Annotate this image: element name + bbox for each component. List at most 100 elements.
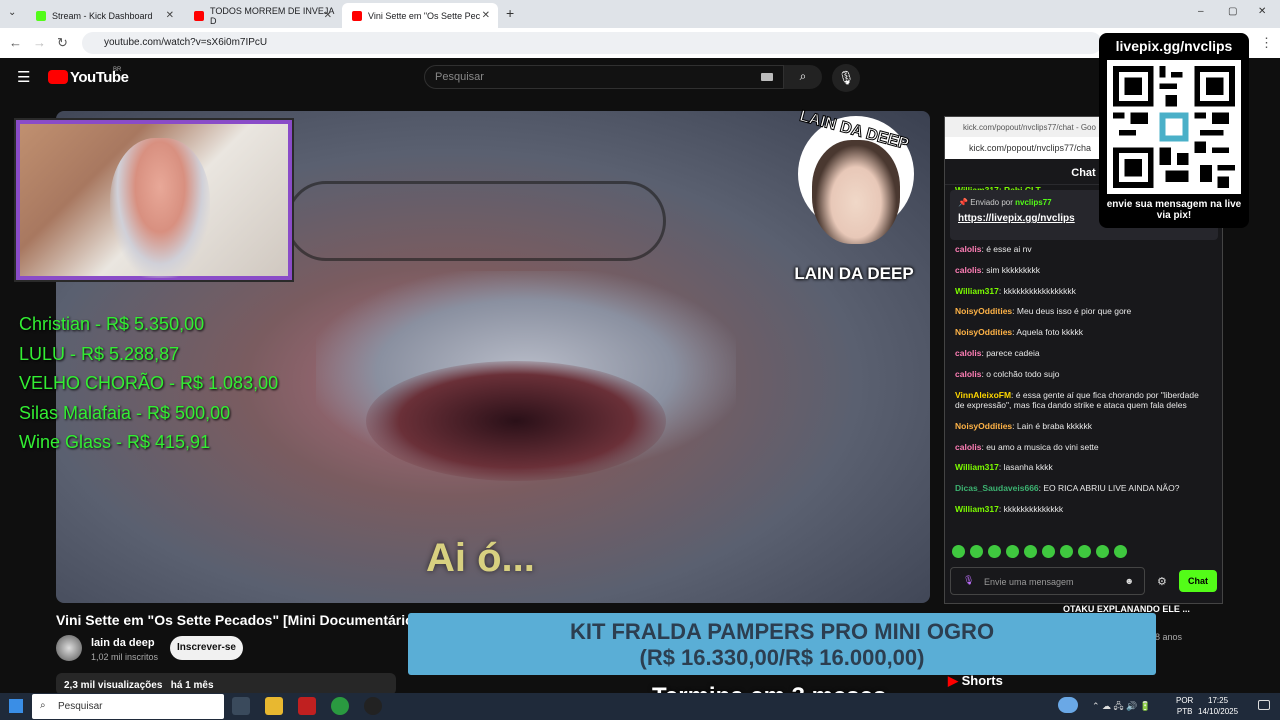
chat-username[interactable]: calolis — [955, 348, 981, 358]
side-video-age: 8 anos — [1155, 632, 1183, 642]
chat-send-button[interactable]: Chat — [1179, 570, 1217, 592]
chat-username[interactable]: Dicas_Saudaveis666 — [955, 483, 1039, 493]
upload-age: há 1 mês — [170, 680, 214, 691]
obs-icon[interactable] — [364, 697, 382, 715]
tab-label: Vini Sette em "Os Sette Pec — [368, 10, 481, 21]
chat-input-placeholder: Envie uma mensagem — [984, 577, 1074, 587]
chat-settings-gear-icon[interactable]: ⚙ — [1157, 575, 1167, 588]
emote-icon[interactable] — [1024, 545, 1037, 558]
shorts-label: Shorts — [961, 673, 1003, 688]
pinned-by-user: nvclips77 — [1015, 198, 1052, 207]
streamer-webcam-person — [110, 138, 210, 278]
goal-progress: (R$ 16.330,00/R$ 16.000,00) — [639, 645, 925, 670]
tab-vini-sette[interactable]: Vini Sette em "Os Sette Pec ✕ — [342, 3, 498, 28]
taskbar-clock[interactable]: 17:25 14/10/2025 — [1198, 695, 1238, 717]
search-input[interactable]: Pesquisar — [424, 65, 784, 89]
browser-tab-bar: ⌄ Stream - Kick Dashboard ✕ TODOS MORREM… — [0, 0, 1280, 28]
tab-todos-morrem[interactable]: TODOS MORREM DE INVEJA D ✕ — [184, 3, 340, 28]
new-tab-button[interactable]: + — [506, 5, 514, 21]
donation-entry: Silas Malafaia - R$ 500,00 — [19, 402, 231, 423]
search-placeholder: Pesquisar — [435, 71, 484, 83]
chat-text: parece cadeia — [986, 347, 1040, 358]
input-language[interactable]: POR PTB — [1176, 695, 1193, 717]
browser-menu-icon[interactable]: ⋮ — [1260, 35, 1273, 51]
chat-username[interactable]: William317 — [955, 286, 999, 296]
chat-text: Lain é braba kkkkkk — [1016, 420, 1093, 431]
close-tab-icon[interactable]: ✕ — [324, 10, 332, 21]
chat-username[interactable]: NoisyOddities — [955, 327, 1012, 337]
close-tab-icon[interactable]: ✕ — [482, 10, 490, 21]
lang-line-1: POR — [1176, 696, 1194, 705]
chat-message-list: calolis: é esse ai nv calolis: sim kkkkkk… — [955, 244, 1205, 525]
task-view-icon[interactable] — [232, 697, 250, 715]
keyboard-icon[interactable] — [761, 73, 773, 81]
donation-goal-banner: KIT FRALDA PAMPERS PRO MINI OGRO (R$ 16.… — [408, 613, 1156, 675]
qr-code-icon — [1107, 60, 1241, 194]
reload-icon[interactable]: ↻ — [57, 35, 68, 51]
channel-avatar[interactable] — [56, 635, 82, 661]
search-icon: ⌕ — [799, 69, 807, 83]
voice-search-button[interactable]: 🎙 — [832, 64, 860, 92]
view-count: 2,3 mil visualizações — [64, 680, 163, 691]
back-arrow-icon[interactable]: ← — [9, 35, 22, 50]
chat-message-input[interactable]: 🎙 Envie uma mensagem ☻ — [950, 567, 1145, 595]
notifications-icon[interactable] — [1258, 700, 1270, 710]
qr-title: livepix.gg/nvclips — [1115, 38, 1233, 54]
emote-icon[interactable] — [1114, 545, 1127, 558]
tab-kick-dashboard[interactable]: Stream - Kick Dashboard ✕ — [26, 3, 182, 28]
chat-message: NoisyOddities: Lain é braba kkkkkk — [955, 420, 1093, 431]
chat-username[interactable]: VinnAleixoFM — [955, 390, 1011, 400]
forward-arrow-icon[interactable]: → — [33, 35, 46, 50]
file-explorer-icon[interactable] — [265, 697, 283, 715]
video-subtitle: Ai ó... — [426, 536, 535, 580]
lain-channel-logo: LAIN DA DEEP LAIN DA DEEP — [780, 107, 928, 288]
taskbar-search[interactable]: ⌕ Pesquisar — [32, 694, 224, 719]
channel-name[interactable]: lain da deep — [91, 637, 155, 649]
chat-username[interactable]: William317 — [955, 504, 999, 514]
webcam-overlay — [16, 120, 292, 280]
tab-list-chevron-icon[interactable]: ⌄ — [8, 7, 16, 18]
youtube-logo-icon[interactable] — [48, 70, 68, 84]
emote-icon[interactable] — [1006, 545, 1019, 558]
chat-text: sim kkkkkkkkk — [986, 264, 1041, 275]
video-description-box[interactable]: 2,3 mil visualizações há 1 mês — [56, 673, 396, 695]
chat-username[interactable]: calolis — [955, 265, 981, 275]
chat-text: o colchão todo sujo — [986, 368, 1060, 379]
close-window-button[interactable]: ✕ — [1258, 6, 1266, 17]
maximize-button[interactable]: ▢ — [1228, 6, 1237, 17]
system-tray-icons[interactable]: ⌃ ☁ 🖧 🔊 🔋 — [1092, 699, 1151, 715]
chrome-icon[interactable] — [331, 697, 349, 715]
emote-icon[interactable] — [952, 545, 965, 558]
search-button[interactable]: ⌕ — [784, 65, 822, 89]
emoji-picker-icon[interactable]: ☻ — [1125, 576, 1134, 586]
chat-username[interactable]: calolis — [955, 442, 981, 452]
microphone-icon: 🎙 — [837, 70, 855, 85]
donation-leaderboard: Christian - R$ 5.350,00 LULU - R$ 5.288,… — [19, 310, 278, 458]
livepix-qr-overlay: livepix.gg/nvclips envie sua mensagem na… — [1099, 33, 1249, 228]
hamburger-menu-icon[interactable]: ☰ — [17, 68, 30, 86]
minimize-button[interactable]: – — [1198, 6, 1204, 17]
chat-text: eu amo a musica do vini sette — [986, 441, 1099, 452]
emote-icon[interactable] — [970, 545, 983, 558]
chat-username[interactable]: NoisyOddities — [955, 306, 1012, 316]
chat-username[interactable]: calolis — [955, 244, 981, 254]
emote-icon[interactable] — [1078, 545, 1091, 558]
chat-username[interactable]: NoisyOddities — [955, 421, 1012, 431]
weather-icon[interactable] — [1058, 697, 1078, 713]
close-tab-icon[interactable]: ✕ — [166, 10, 174, 21]
emote-icon[interactable] — [988, 545, 1001, 558]
logo-bottom-text: LAIN DA DEEP — [794, 264, 914, 283]
pinned-by-label: Enviado por — [970, 198, 1013, 207]
voice-app-icon[interactable] — [298, 697, 316, 715]
emote-icon[interactable] — [1096, 545, 1109, 558]
emote-icon[interactable] — [1042, 545, 1055, 558]
windows-start-icon[interactable] — [9, 699, 23, 713]
url-field[interactable]: youtube.com/watch?v=sX6i0m7IPcU — [82, 32, 1102, 54]
chat-username[interactable]: William317 — [955, 462, 999, 472]
microphone-icon[interactable]: 🎙 — [963, 575, 974, 586]
subscribe-button[interactable]: Inscrever-se — [170, 636, 243, 660]
emote-icon[interactable] — [1060, 545, 1073, 558]
chat-username[interactable]: calolis — [955, 369, 981, 379]
region-code: BR — [113, 67, 122, 73]
tab-label: Stream - Kick Dashboard — [52, 10, 153, 21]
